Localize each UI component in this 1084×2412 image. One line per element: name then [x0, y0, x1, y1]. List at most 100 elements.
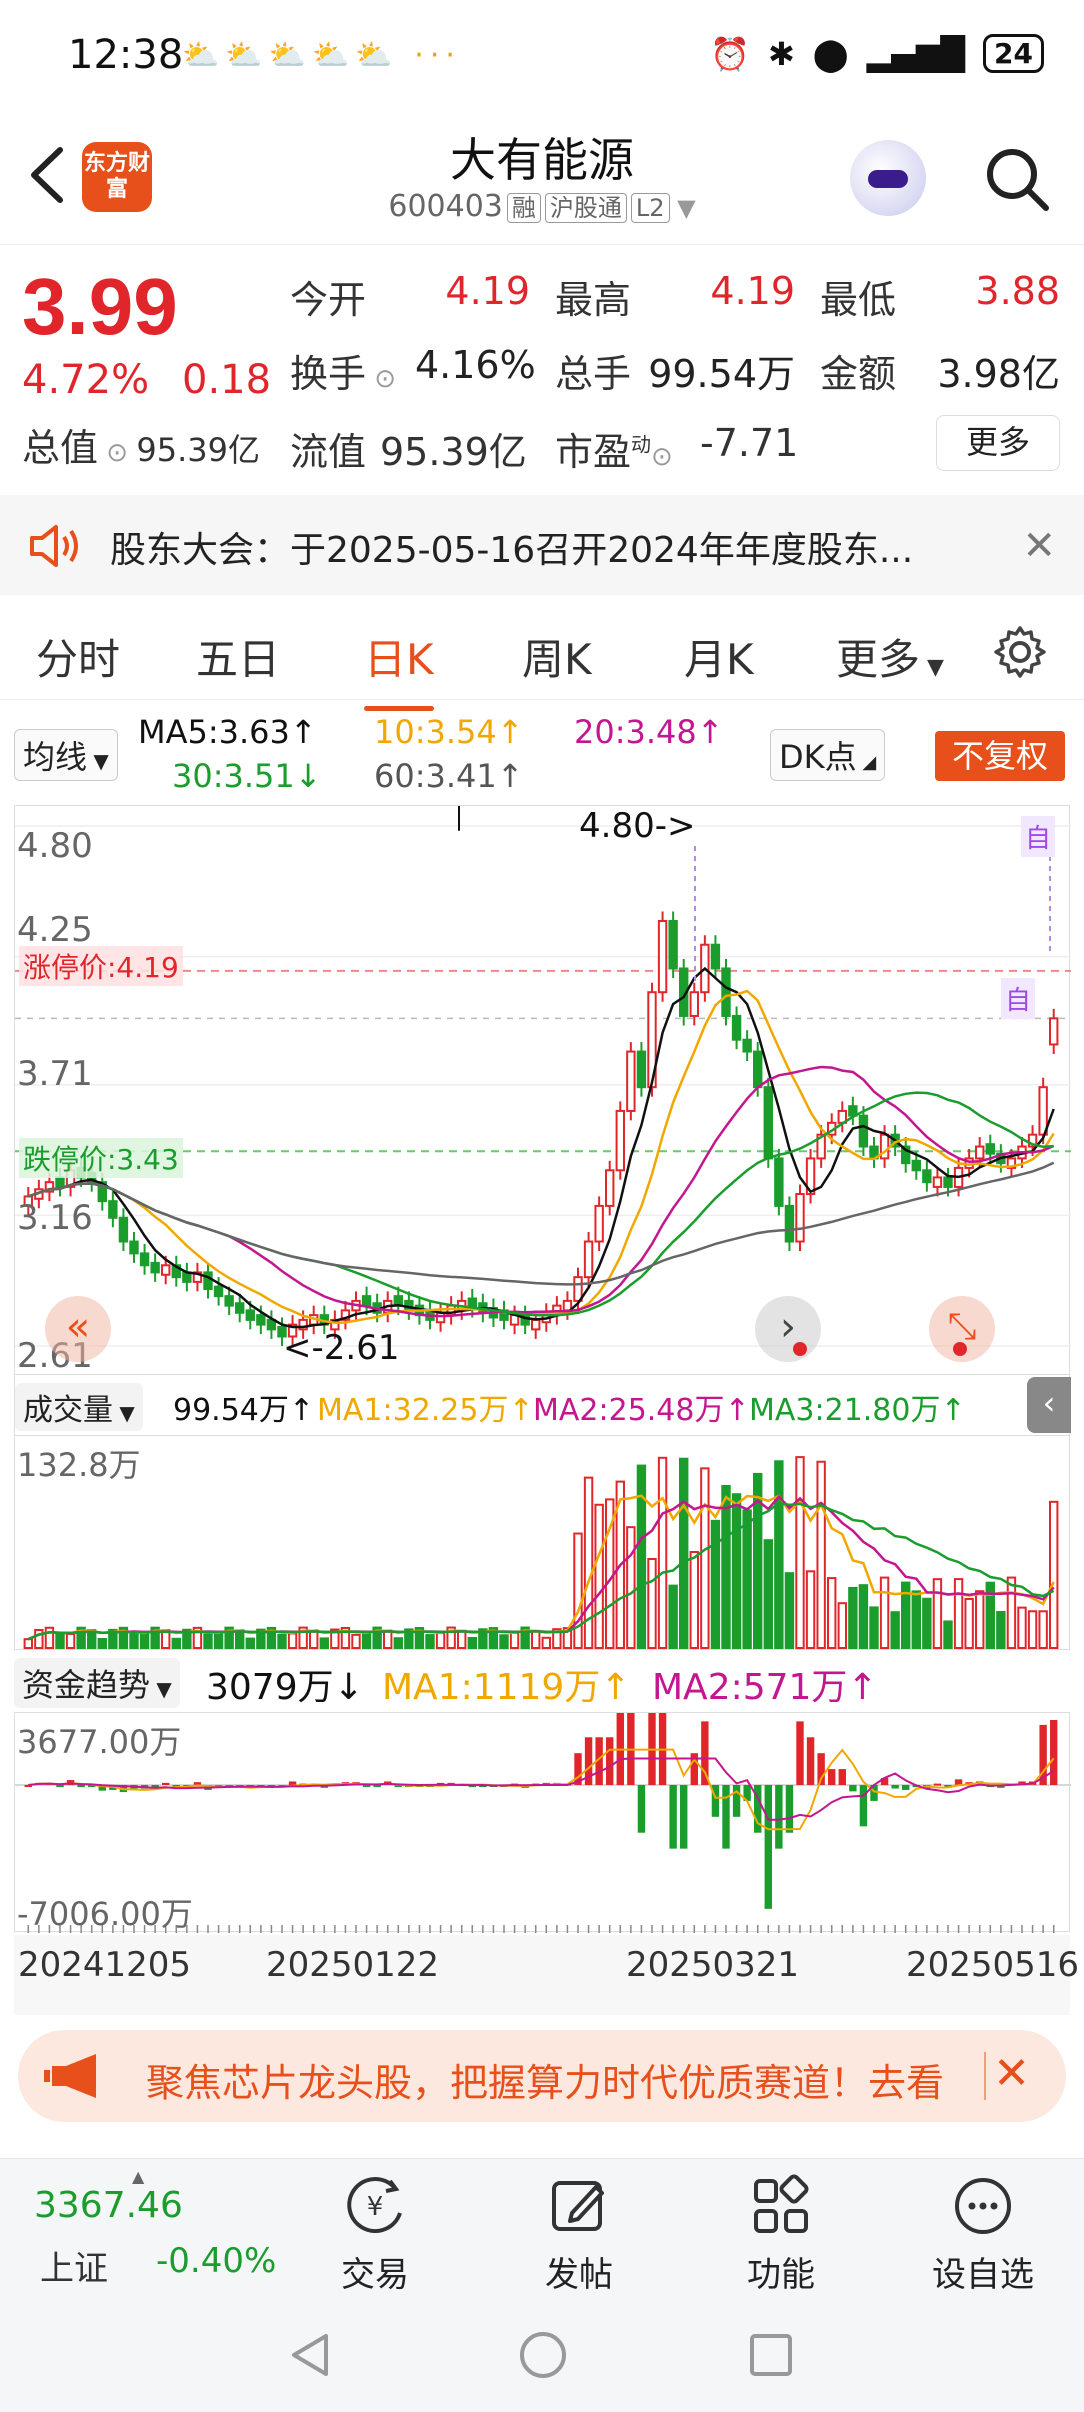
- volume-bar: [393, 1637, 403, 1649]
- nav-recents-icon[interactable]: [748, 2332, 794, 2378]
- next-button[interactable]: ›: [755, 1296, 821, 1362]
- tab-weekly-k[interactable]: 周K: [522, 626, 592, 687]
- volume-label: 总手: [555, 352, 632, 396]
- volume-bar: [1038, 1610, 1048, 1650]
- volume-header: 成交量 ▼ 99.54万↑ MA1:32.25万↑ MA2:25.48万↑ MA…: [14, 1375, 1071, 1435]
- ytick-371: 3.71: [17, 1054, 93, 1094]
- fund-bar: [806, 1737, 815, 1785]
- tag-connect: 沪股通: [544, 193, 627, 223]
- close-banner-icon[interactable]: ✕: [993, 2048, 1030, 2099]
- fund-ma1-line: [28, 1748, 1055, 1831]
- info-icon[interactable]: ⊙: [98, 438, 136, 468]
- candle-body: [235, 1302, 245, 1314]
- announcement-text: 股东大会：于2025-05-16召开2024年年度股东...: [110, 530, 914, 571]
- volume-bar: [245, 1637, 255, 1649]
- tab-five-day[interactable]: 五日: [196, 626, 280, 687]
- ma10-value: 10:3.54↑: [374, 713, 524, 751]
- kline-chart[interactable]: 4.80 4.25 3.71 3.16 2.61 涨停价:4.19 跌停价:3.…: [14, 805, 1071, 1376]
- volume-bar: [922, 1597, 932, 1650]
- ma5-value: MA5:3.63↑: [138, 713, 317, 751]
- nav-home-icon[interactable]: [518, 2330, 568, 2380]
- tab-monthly-k[interactable]: 月K: [684, 626, 754, 687]
- ma-selector[interactable]: 均线 ▼: [14, 729, 118, 781]
- vol-max-label: 132.8万: [17, 1446, 141, 1484]
- amount-value: 3.98亿: [937, 352, 1060, 396]
- stock-header: 东方财富 大有能源 600403 融沪股通 L2 ▼: [0, 110, 1084, 245]
- pe-value: -7.71: [700, 421, 799, 465]
- trade-button[interactable]: ¥ 交易: [310, 2171, 440, 2296]
- candle-body: [361, 1295, 372, 1307]
- float-value: 95.39亿: [380, 430, 527, 474]
- fund-bar: [764, 1785, 772, 1909]
- high-value: 4.19: [710, 269, 795, 313]
- candle-body: [858, 1114, 869, 1148]
- functions-button[interactable]: 功能: [716, 2171, 846, 2296]
- tab-daily-k[interactable]: 日K: [364, 626, 434, 711]
- candle-body: [108, 1200, 118, 1219]
- announcement-bar[interactable]: 股东大会：于2025-05-16召开2024年年度股东... ✕: [0, 495, 1084, 595]
- assistant-robot-icon[interactable]: [850, 140, 926, 216]
- candle-body: [245, 1309, 255, 1321]
- volume-bar: [55, 1633, 65, 1649]
- fund-bar: [775, 1785, 783, 1849]
- volume-bar: [383, 1629, 393, 1649]
- gear-icon[interactable]: [992, 624, 1048, 680]
- fund-bar: [637, 1785, 646, 1833]
- tab-intraday[interactable]: 分时: [36, 626, 120, 687]
- date-label-1: 20241205: [18, 1945, 192, 1985]
- volume-bar: [351, 1633, 361, 1649]
- volume-bar: [700, 1467, 710, 1649]
- battery-icon: 24: [983, 34, 1044, 73]
- fund-bar: [77, 1785, 85, 1788]
- ytick-480: 4.80: [17, 826, 93, 866]
- adjustment-button[interactable]: 不复权: [935, 731, 1065, 781]
- vol-ma1-line: [27, 1494, 1055, 1641]
- quote-panel: 3.99 4.72% 0.18 总值 ⊙ 95.39亿 今开 4.19 最高 4…: [0, 245, 1084, 495]
- volume-bar: [848, 1586, 858, 1650]
- fund-bar: [669, 1785, 677, 1849]
- candle-body: [531, 1318, 541, 1331]
- index-change: -0.40%: [156, 2241, 277, 2281]
- search-icon[interactable]: [982, 144, 1052, 214]
- amount-label: 金额: [820, 352, 897, 396]
- fund-trend-header: 资金趋势 ▼ 3079万↓ MA1:1119万↑ MA2:571万↑: [14, 1652, 1070, 1712]
- volume-bar: [816, 1460, 826, 1649]
- close-icon[interactable]: ✕: [1022, 523, 1056, 569]
- tab-more[interactable]: 更多 ▼: [836, 626, 944, 687]
- ytick-425: 4.25: [17, 910, 93, 950]
- post-button[interactable]: 发帖: [514, 2171, 644, 2296]
- ma20-value: 20:3.48↑: [574, 713, 724, 751]
- fund-bar: [606, 1737, 614, 1785]
- fund-bar: [902, 1785, 910, 1790]
- volume-chart[interactable]: 132.8万: [14, 1435, 1070, 1650]
- dk-point-selector[interactable]: DK点 ◢: [770, 729, 886, 781]
- fund-trend-chart[interactable]: 3677.00万 -7006.00万: [14, 1657, 1071, 1933]
- scroll-left-button[interactable]: «: [45, 1296, 111, 1362]
- volume-selector[interactable]: 成交量 ▼: [15, 1383, 143, 1431]
- candle-body: [710, 943, 721, 970]
- collapse-panel-button[interactable]: ‹: [1027, 1377, 1071, 1433]
- candle-body: [615, 1109, 625, 1172]
- candle-body: [55, 1176, 65, 1188]
- volume-bar: [731, 1493, 742, 1649]
- volume-value: 99.54万↑: [173, 1393, 315, 1428]
- add-watchlist-button[interactable]: 设自选: [918, 2171, 1048, 2296]
- volume-bar: [932, 1578, 943, 1649]
- volume-bar: [869, 1606, 879, 1650]
- fund-selector[interactable]: 资金趋势 ▼: [14, 1658, 180, 1708]
- promo-banner[interactable]: 聚焦芯片龙头股，把握算力时代优质赛道！去看 ✕: [18, 2030, 1066, 2122]
- volume-bar: [277, 1633, 287, 1649]
- nav-back-icon[interactable]: [286, 2330, 334, 2380]
- candle-body: [224, 1295, 234, 1307]
- candle-body: [1049, 1017, 1059, 1046]
- signal-icon: ▂▄▆█: [866, 34, 966, 73]
- banner-divider: [984, 2052, 986, 2100]
- candle-body: [774, 1157, 784, 1207]
- volume-bar: [213, 1632, 224, 1650]
- fund-ma1: MA1:1119万↑: [382, 1667, 631, 1708]
- volume-bar: [235, 1629, 245, 1649]
- volume-bar: [953, 1578, 964, 1649]
- notification-icons: ⛅⛅⛅⛅⛅ ···: [182, 38, 461, 73]
- more-quote-button[interactable]: 更多: [936, 415, 1060, 471]
- volume-bar: [23, 1638, 33, 1649]
